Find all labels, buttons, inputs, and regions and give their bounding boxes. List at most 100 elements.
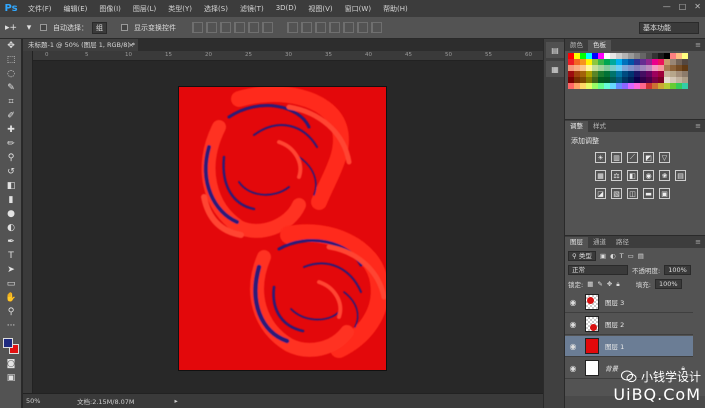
move-tool-icon[interactable]: ▸+ — [4, 21, 18, 35]
visibility-eye-icon[interactable]: ◉ — [565, 364, 581, 373]
quick-select-tool-icon[interactable]: ✎ — [0, 81, 22, 95]
tab-adjustments[interactable]: 调整 — [565, 121, 588, 132]
filter-type-icon[interactable]: T — [620, 252, 624, 260]
filter-pixel-icon[interactable]: ▣ — [600, 252, 606, 260]
dropdown-arrow-icon[interactable]: ▾ — [22, 21, 36, 35]
more-tools-icon[interactable]: ··· — [0, 319, 22, 333]
menu-item[interactable]: 滤镜(T) — [234, 4, 270, 14]
layer-filter-dropdown[interactable]: ⚲ 类型 — [568, 251, 596, 261]
menu-item[interactable]: 帮助(H) — [377, 4, 414, 14]
auto-select-checkbox[interactable] — [40, 24, 49, 32]
align-right-icon[interactable] — [262, 22, 273, 33]
auto-select-dropdown[interactable]: 组 — [92, 21, 107, 34]
tab-swatches[interactable]: 色板 — [588, 40, 611, 51]
filter-shape-icon[interactable]: ▭ — [628, 252, 634, 260]
visibility-eye-icon[interactable]: ◉ — [565, 298, 581, 307]
history-panel-icon[interactable]: ▤ — [546, 42, 564, 58]
channel-mixer-icon[interactable]: ❀ — [659, 170, 670, 181]
status-arrow-icon[interactable]: ▸ — [175, 397, 178, 405]
show-transform-checkbox[interactable] — [121, 24, 130, 32]
distribute-bottom-icon[interactable] — [315, 22, 326, 33]
maximize-button[interactable]: □ — [679, 2, 687, 11]
layer-row[interactable]: ◉ 图层 3 — [565, 292, 693, 313]
curves-icon[interactable]: ⟋ — [627, 152, 638, 163]
distribute-top-icon[interactable] — [287, 22, 298, 33]
align-bottom-icon[interactable] — [220, 22, 231, 33]
eraser-tool-icon[interactable]: ◧ — [0, 179, 22, 193]
document-tab[interactable]: 未标题-1 @ 50% (图层 1, RGB/8) * × — [23, 39, 138, 51]
gradient-tool-icon[interactable]: ▮ — [0, 193, 22, 207]
lock-all-icon[interactable]: 🔒︎ — [616, 280, 619, 289]
brush-tool-icon[interactable]: ✏ — [0, 137, 22, 151]
fill-input[interactable]: 100% — [654, 279, 682, 289]
posterize-icon[interactable]: ▧ — [611, 188, 622, 199]
black-white-icon[interactable]: ◧ — [627, 170, 638, 181]
menu-item[interactable]: 图像(I) — [93, 4, 127, 14]
filter-smart-icon[interactable]: ▤ — [638, 252, 644, 260]
distribute-left-icon[interactable] — [329, 22, 340, 33]
lock-position-icon[interactable]: ✥ — [607, 280, 612, 288]
canvas-area[interactable] — [33, 61, 543, 393]
hue-saturation-icon[interactable]: ▦ — [595, 170, 606, 181]
marquee-tool-icon[interactable]: ⬚ — [0, 53, 22, 67]
blur-tool-icon[interactable]: ● — [0, 207, 22, 221]
crop-tool-icon[interactable]: ⌗ — [0, 95, 22, 109]
eyedropper-tool-icon[interactable]: ✐ — [0, 109, 22, 123]
color-balance-icon[interactable]: ⚖ — [611, 170, 622, 181]
visibility-eye-icon[interactable]: ◉ — [565, 342, 581, 351]
history-brush-tool-icon[interactable]: ↺ — [0, 165, 22, 179]
lock-brush-icon[interactable]: ✎ — [597, 280, 602, 288]
opacity-input[interactable]: 100% — [664, 265, 691, 275]
layer-row[interactable]: ◉ 背景 🔒︎ — [565, 358, 693, 379]
align-top-icon[interactable] — [192, 22, 203, 33]
lock-pixels-icon[interactable]: ▦ — [587, 280, 593, 288]
menu-item[interactable]: 3D(D) — [270, 4, 303, 14]
exposure-icon[interactable]: ◩ — [643, 152, 654, 163]
visibility-eye-icon[interactable]: ◉ — [565, 320, 581, 329]
minimize-button[interactable]: — — [663, 2, 671, 11]
menu-item[interactable]: 文件(F) — [22, 4, 58, 14]
foreground-color-swatch[interactable] — [3, 338, 13, 348]
menu-item[interactable]: 选择(S) — [198, 4, 234, 14]
tab-channels[interactable]: 通道 — [588, 237, 611, 248]
align-hcenter-icon[interactable] — [248, 22, 259, 33]
healing-brush-tool-icon[interactable]: ✚ — [0, 123, 22, 137]
threshold-icon[interactable]: ◫ — [627, 188, 638, 199]
properties-panel-icon[interactable]: ▦ — [546, 61, 564, 77]
vibrance-icon[interactable]: ▽ — [659, 152, 670, 163]
distribute-right-icon[interactable] — [357, 22, 368, 33]
document-canvas[interactable] — [179, 87, 386, 370]
photo-filter-icon[interactable]: ◉ — [643, 170, 654, 181]
move-tool-icon[interactable]: ✥ — [0, 39, 22, 53]
tab-paths[interactable]: 路径 — [611, 237, 634, 248]
clone-stamp-tool-icon[interactable]: ⚲ — [0, 151, 22, 165]
layer-row[interactable]: ◉ 图层 1 — [565, 336, 693, 357]
menu-item[interactable]: 窗口(W) — [339, 4, 377, 14]
screen-mode-icon[interactable]: ▣ — [0, 371, 22, 385]
color-swatch[interactable] — [682, 83, 688, 89]
distribute-vcenter-icon[interactable] — [301, 22, 312, 33]
shape-tool-icon[interactable]: ▭ — [0, 277, 22, 291]
layer-row[interactable]: ◉ 图层 2 — [565, 314, 693, 335]
pen-tool-icon[interactable]: ✒ — [0, 235, 22, 249]
quick-mask-icon[interactable]: ◙ — [0, 357, 22, 371]
workspace-dropdown[interactable]: 基本功能 — [639, 22, 699, 34]
panel-menu-icon[interactable]: ≡ — [695, 121, 705, 132]
filter-adjust-icon[interactable]: ◐ — [610, 252, 616, 260]
lasso-tool-icon[interactable]: ◌ — [0, 67, 22, 81]
menu-item[interactable]: 类型(Y) — [162, 4, 198, 14]
selective-color-icon[interactable]: ▣ — [659, 188, 670, 199]
blend-mode-dropdown[interactable]: 正常 — [568, 265, 628, 275]
auto-align-icon[interactable] — [371, 22, 382, 33]
menu-item[interactable]: 视图(V) — [302, 4, 338, 14]
zoom-level[interactable]: 50% — [23, 397, 47, 405]
brightness-icon[interactable]: ☀ — [595, 152, 606, 163]
panel-menu-icon[interactable]: ≡ — [695, 40, 705, 51]
align-vcenter-icon[interactable] — [206, 22, 217, 33]
zoom-tool-icon[interactable]: ⚲ — [0, 305, 22, 319]
invert-icon[interactable]: ◪ — [595, 188, 606, 199]
color-swatches[interactable] — [0, 335, 22, 357]
tab-color[interactable]: 颜色 — [565, 40, 588, 51]
distribute-hcenter-icon[interactable] — [343, 22, 354, 33]
align-left-icon[interactable] — [234, 22, 245, 33]
